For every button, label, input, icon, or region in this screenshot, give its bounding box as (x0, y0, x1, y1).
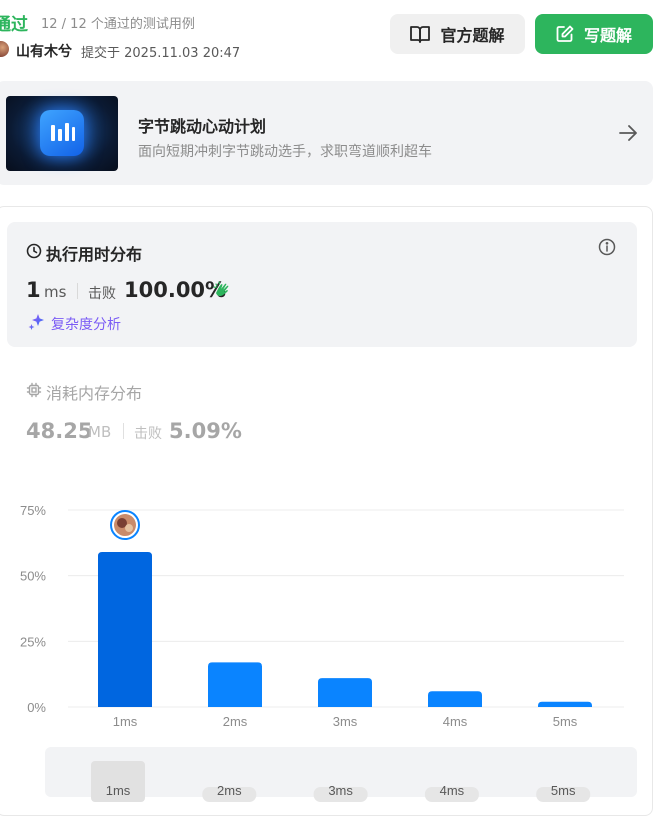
edit-icon (556, 25, 574, 43)
bytedance-logo (40, 110, 84, 156)
x-tick-label: 1ms (113, 714, 138, 729)
book-icon (410, 25, 430, 43)
info-icon[interactable] (598, 238, 616, 256)
divider (77, 283, 78, 299)
y-tick-label: 50% (20, 569, 46, 584)
x-tick-label: 3ms (333, 714, 358, 729)
y-tick-label: 75% (20, 503, 46, 518)
runtime-unit: ms (44, 283, 66, 301)
x-tick-label: 4ms (443, 714, 468, 729)
clock-icon (26, 243, 42, 259)
complexity-analysis-link[interactable]: 复杂度分析 (51, 314, 121, 334)
runtime-beats-value: 100.00% (124, 278, 226, 302)
scrubber-label: 4ms (440, 783, 465, 798)
bar-1ms (98, 552, 152, 707)
x-tick-label: 2ms (223, 714, 248, 729)
memory-value: 48.25 (26, 419, 92, 443)
sparkle-icon (27, 312, 47, 332)
scrubber-label: 5ms (551, 783, 576, 798)
bar-5ms (538, 702, 592, 707)
clap-icon (213, 280, 233, 300)
banner-title: 字节跳动心动计划 (138, 113, 266, 137)
avatar[interactable] (0, 41, 9, 57)
banner-subtitle: 面向短期冲刺字节跳动选手，求职弯道顺利超车 (138, 141, 432, 161)
runtime-value: 1 (26, 278, 41, 302)
avatar-detail (125, 524, 133, 532)
runtime-title: 执行用时分布 (46, 241, 142, 265)
write-solution-button[interactable]: 写题解 (535, 14, 653, 54)
memory-beats-label: 击败 (134, 423, 162, 443)
memory-title[interactable]: 消耗内存分布 (46, 380, 142, 404)
y-tick-label: 0% (27, 700, 46, 715)
submission-status: 通过 (0, 10, 28, 35)
x-tick-label: 5ms (553, 714, 578, 729)
bar-3ms (318, 678, 372, 707)
scrubber-track[interactable]: 1ms 2ms 3ms 4ms 5ms (0, 747, 671, 802)
write-solution-label: 写题解 (584, 22, 632, 46)
memory-beats-value: 5.09% (169, 419, 242, 443)
memory-unit: MB (88, 423, 111, 441)
runtime-distribution-chart: 0% 25% 50% 75% 1ms 2ms 3ms 4ms 5ms (0, 490, 671, 740)
bar-4ms (428, 691, 482, 707)
runtime-beats-label: 击败 (88, 283, 116, 303)
chip-icon (26, 382, 42, 398)
username[interactable]: 山有木兮 (16, 41, 72, 61)
submission-time: 提交于 2025.11.03 20:47 (81, 42, 240, 61)
scrubber-label: 3ms (328, 783, 353, 798)
testcase-summary: 12 / 12 个通过的测试用例 (41, 13, 195, 32)
scrubber-label: 2ms (217, 783, 242, 798)
scrubber-label: 1ms (106, 783, 131, 798)
arrow-right-icon[interactable] (617, 122, 639, 144)
official-solution-label: 官方题解 (440, 22, 504, 46)
bar-2ms (208, 662, 262, 707)
y-tick-label: 25% (20, 634, 46, 649)
divider (123, 423, 124, 439)
official-solution-button[interactable]: 官方题解 (390, 14, 525, 54)
